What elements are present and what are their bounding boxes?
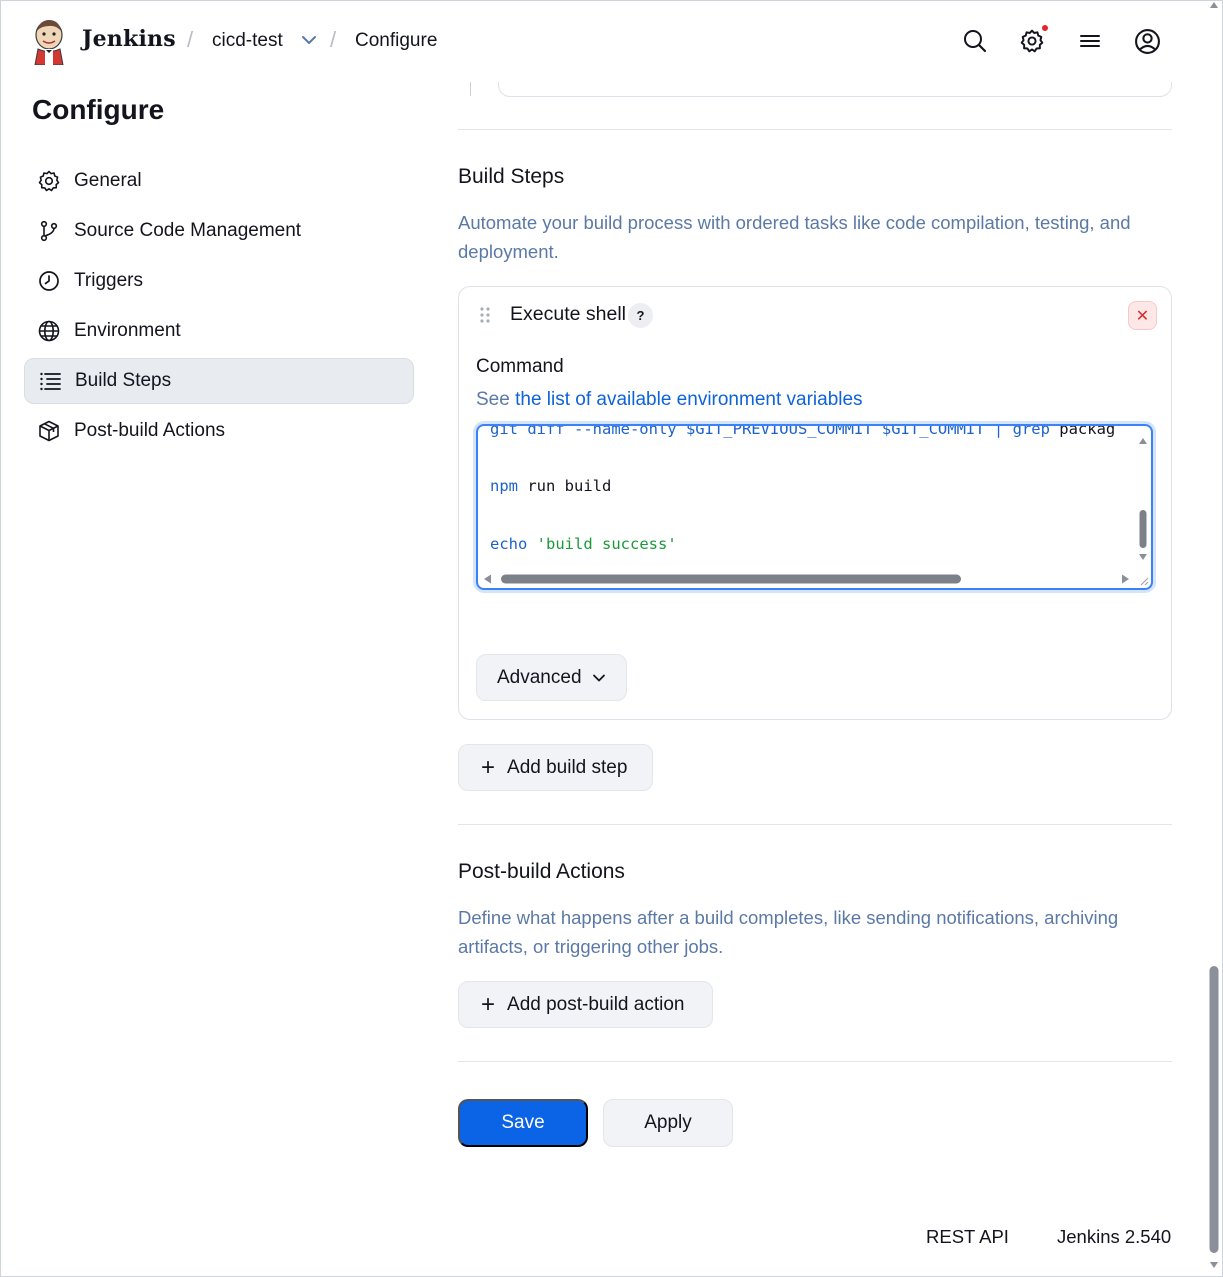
section-connector (470, 82, 471, 96)
sidebar-item-label: Post-build Actions (74, 420, 226, 441)
top-header: Jenkins / cicd-test / Configure (0, 0, 1206, 82)
chevron-down-icon[interactable] (300, 33, 318, 47)
git-branch-icon (37, 219, 61, 243)
code-part: 'build success' (536, 535, 677, 553)
section-divider (458, 824, 1172, 825)
build-steps-title: Build Steps (458, 165, 565, 188)
breadcrumb-separator: / (187, 27, 194, 52)
sidebar-item-label: Triggers (74, 270, 143, 291)
sidebar-item-label: Build Steps (75, 370, 172, 391)
notification-dot (1042, 25, 1048, 31)
advanced-button[interactable]: Advanced (476, 654, 627, 701)
add-build-step-label: Add build step (507, 756, 628, 778)
add-post-build-label: Add post-build action (507, 993, 685, 1015)
sidebar-item-build-steps[interactable]: Build Steps (24, 358, 414, 404)
textarea-horizontal-scrollbar[interactable] (484, 573, 1134, 585)
page-title: Configure (32, 94, 165, 125)
build-steps-description: Automate your build process with ordered… (458, 212, 1131, 262)
code-line: echo 'build success' (490, 535, 677, 553)
plus-icon: + (481, 990, 496, 1018)
chevron-down-icon (592, 674, 605, 681)
textarea-vertical-scrollbar[interactable] (1138, 432, 1148, 566)
apply-button[interactable]: Apply (603, 1099, 733, 1147)
version-link[interactable]: Jenkins 2.540 (1057, 1226, 1171, 1248)
post-build-description: Define what happens after a build comple… (458, 907, 1119, 957)
command-textarea[interactable]: git diff --name-only $GIT_PREVIOUS_COMMI… (476, 424, 1153, 590)
save-button[interactable]: Save (458, 1099, 588, 1147)
brand-name[interactable]: Jenkins (82, 26, 176, 52)
sidebar-item-triggers[interactable]: Triggers (24, 258, 414, 304)
breadcrumb-configure[interactable]: Configure (355, 30, 437, 52)
code-line: git diff --name-only $GIT_PREVIOUS_COMMI… (490, 424, 1115, 438)
code-part: echo (490, 535, 528, 553)
rest-api-link[interactable]: REST API (926, 1226, 1009, 1248)
section-divider (458, 129, 1172, 130)
search-icon[interactable] (961, 27, 989, 55)
gear-icon (37, 169, 61, 193)
breadcrumb-job[interactable]: cicd-test (212, 30, 283, 52)
package-icon (37, 419, 61, 443)
globe-icon (37, 319, 61, 343)
resize-handle-icon[interactable] (1139, 576, 1149, 586)
sidebar-item-label: General (74, 170, 142, 191)
drag-handle-icon[interactable] (478, 305, 492, 325)
post-build-title: Post-build Actions (458, 860, 625, 883)
code-part: git diff --name-only $GIT_PREVIOUS_COMMI… (490, 424, 1050, 438)
env-vars-hint: See the list of available environment va… (476, 389, 863, 411)
sidebar-item-label: Environment (74, 320, 181, 341)
hint-prefix: See (476, 389, 510, 410)
close-icon[interactable]: ✕ (1128, 301, 1157, 330)
code-line: npm run build (490, 477, 612, 495)
execute-shell-title: Execute shell (510, 303, 626, 325)
env-vars-link[interactable]: the list of available environment variab… (515, 389, 862, 410)
sidebar-item-environment[interactable]: Environment (24, 308, 414, 354)
advanced-label: Advanced (497, 666, 582, 688)
user-icon[interactable] (1133, 27, 1161, 55)
plus-icon: + (481, 753, 496, 781)
sidebar-item-label: Source Code Management (74, 220, 302, 241)
sidebar-item-post-build-actions[interactable]: Post-build Actions (24, 408, 414, 454)
breadcrumb-separator: / (330, 27, 337, 52)
settings-icon[interactable] (1018, 27, 1046, 55)
code-part: npm (490, 477, 518, 495)
add-build-step-button[interactable]: + Add build step (458, 744, 653, 791)
list-icon (38, 369, 62, 393)
clock-icon (37, 269, 61, 293)
sidebar-item-general[interactable]: General (24, 158, 414, 204)
help-button[interactable]: ? (628, 303, 653, 328)
jenkins-logo[interactable] (30, 17, 68, 65)
sidebar-item-source-code-management[interactable]: Source Code Management (24, 208, 414, 254)
add-post-build-action-button[interactable]: + Add post-build action (458, 981, 713, 1028)
page-scrollbar[interactable] (1206, 0, 1222, 1277)
section-divider (458, 1061, 1172, 1062)
command-label: Command (476, 356, 564, 377)
menu-icon[interactable] (1076, 27, 1104, 55)
